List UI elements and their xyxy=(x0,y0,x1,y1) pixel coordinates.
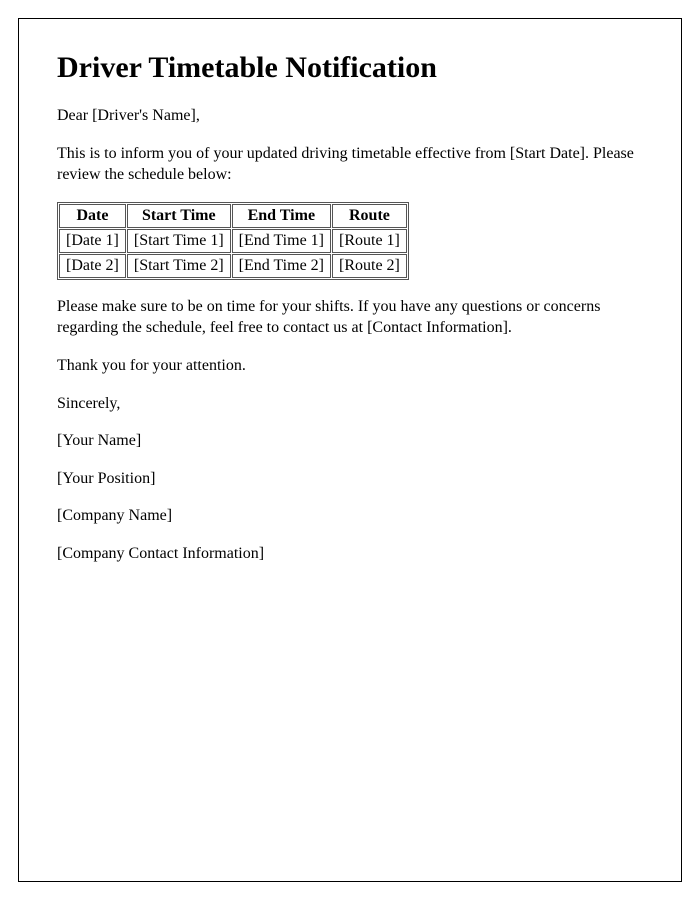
signature-name: [Your Name] xyxy=(57,430,643,452)
cell-date: [Date 2] xyxy=(59,254,126,278)
document-page: Driver Timetable Notification Dear [Driv… xyxy=(18,18,682,882)
header-route: Route xyxy=(332,204,407,228)
header-start-time: Start Time xyxy=(127,204,231,228)
table-header-row: Date Start Time End Time Route xyxy=(59,204,407,228)
closing-instruction: Please make sure to be on time for your … xyxy=(57,296,643,339)
timetable-table: Date Start Time End Time Route [Date 1] … xyxy=(57,202,409,280)
cell-start-time: [Start Time 1] xyxy=(127,229,231,253)
cell-route: [Route 1] xyxy=(332,229,407,253)
cell-start-time: [Start Time 2] xyxy=(127,254,231,278)
cell-end-time: [End Time 1] xyxy=(232,229,331,253)
thank-you-text: Thank you for your attention. xyxy=(57,355,643,377)
signoff-text: Sincerely, xyxy=(57,393,643,415)
cell-date: [Date 1] xyxy=(59,229,126,253)
intro-paragraph: This is to inform you of your updated dr… xyxy=(57,143,643,186)
header-date: Date xyxy=(59,204,126,228)
greeting-text: Dear [Driver's Name], xyxy=(57,105,643,127)
table-row: [Date 1] [Start Time 1] [End Time 1] [Ro… xyxy=(59,229,407,253)
page-title: Driver Timetable Notification xyxy=(57,51,643,85)
signature-company: [Company Name] xyxy=(57,505,643,527)
cell-route: [Route 2] xyxy=(332,254,407,278)
header-end-time: End Time xyxy=(232,204,331,228)
signature-position: [Your Position] xyxy=(57,468,643,490)
cell-end-time: [End Time 2] xyxy=(232,254,331,278)
table-row: [Date 2] [Start Time 2] [End Time 2] [Ro… xyxy=(59,254,407,278)
signature-contact: [Company Contact Information] xyxy=(57,543,643,565)
